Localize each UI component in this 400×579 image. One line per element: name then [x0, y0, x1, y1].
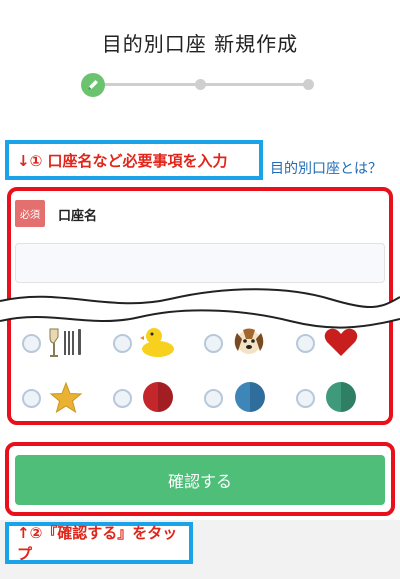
annotation-step1: ↓① 口座名など必要事項を入力: [5, 140, 263, 180]
icon-radio-wine[interactable]: [22, 334, 41, 353]
account-name-input[interactable]: [15, 243, 385, 283]
icon-radio-green[interactable]: [296, 389, 315, 408]
about-purpose-account-link[interactable]: 目的別口座とは？: [270, 158, 382, 178]
account-name-label: 口座名: [58, 209, 98, 224]
step-2: [195, 79, 206, 90]
icon-radio-dog[interactable]: [204, 334, 223, 353]
icon-radio-star[interactable]: [22, 389, 41, 408]
icon-radio-heart[interactable]: [296, 334, 315, 353]
step-3: [303, 79, 314, 90]
confirm-button[interactable]: 確認する: [15, 455, 385, 505]
page-title: 目的別口座 新規作成: [101, 32, 299, 56]
star-icon: [49, 381, 83, 414]
icon-radio-duck[interactable]: [113, 334, 132, 353]
rubber-duck-icon: [140, 328, 174, 357]
red-circle-icon: [143, 382, 173, 412]
pencil-icon: [88, 80, 98, 90]
green-circle-icon: [326, 382, 356, 412]
wine-glasses-icon: [49, 328, 81, 357]
annotation-step2: ↑②『確認する』をタップ: [5, 522, 193, 564]
heart-icon: [324, 328, 358, 356]
icon-radio-red[interactable]: [113, 389, 132, 408]
torn-edge-divider: [0, 288, 400, 329]
dog-icon: [234, 328, 264, 354]
icon-radio-blue[interactable]: [204, 389, 223, 408]
blue-circle-icon: [235, 382, 265, 412]
step-1-active: [81, 73, 105, 97]
required-badge: 必須: [15, 200, 45, 227]
